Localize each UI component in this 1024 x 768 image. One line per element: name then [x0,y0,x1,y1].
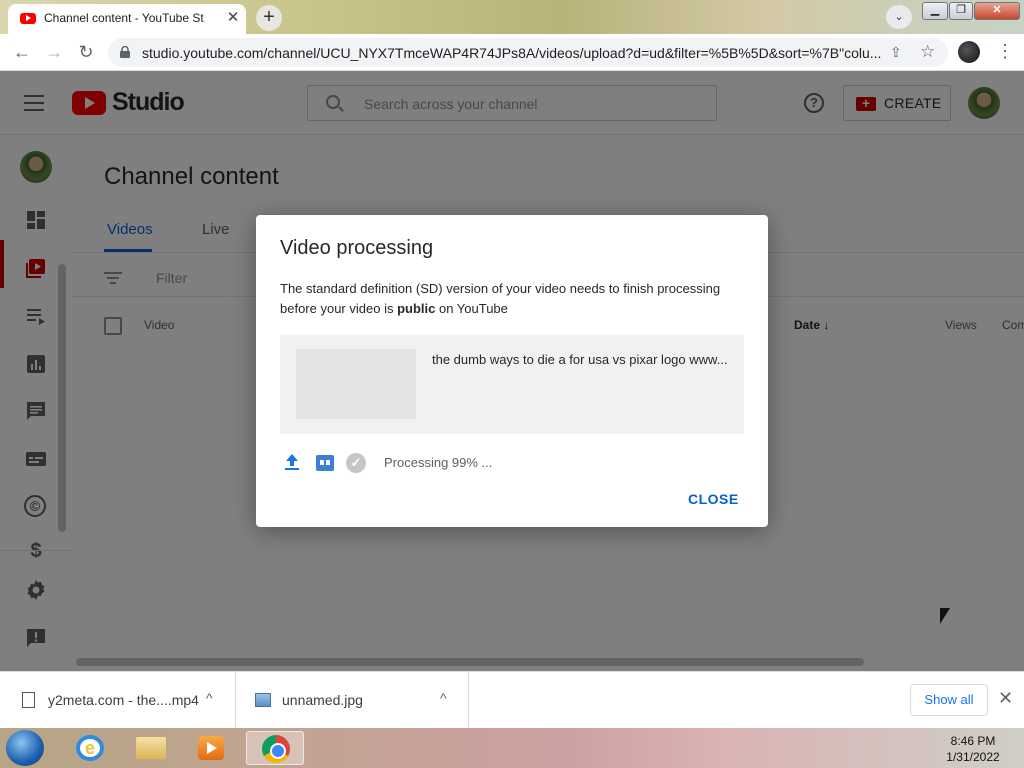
clock-time: 8:46 PM [950,734,996,748]
browser-toolbar: ← → ↻ studio.youtube.com/channel/UCU_NYX… [0,34,1024,71]
forward-arrow-icon[interactable]: → [42,42,66,64]
close-button[interactable]: CLOSE [688,491,739,507]
processing-status: Processing 99% ... [384,455,493,470]
image-file-icon [255,693,271,707]
download-filename: y2meta.com - the....mp4 [48,692,199,708]
checks-complete-icon: ✓ [346,453,366,473]
chevron-up-icon[interactable]: ^ [206,690,213,706]
browser-tab-bar: Channel content - YouTube Studio ✕ + ⌄ ▁… [0,0,1024,34]
browser-menu-icon[interactable]: ⋮ [996,40,1014,64]
taskbar-explorer[interactable] [126,731,174,765]
taskbar-media-player[interactable] [186,731,234,765]
tab-title: Channel content - YouTube Studio [44,11,204,25]
minimize-button[interactable]: ▁ [922,2,948,20]
mouse-cursor-icon [940,608,950,624]
upload-icon [285,454,299,470]
share-icon[interactable]: ⇪ [890,44,902,61]
sd-processing-icon [316,455,334,471]
internet-explorer-icon: e [76,735,104,761]
windows-taskbar: e 8:46 PM 1/31/2022 [0,728,1024,768]
video-thumbnail [296,349,416,419]
taskbar-internet-explorer[interactable]: e [66,731,114,765]
system-clock[interactable]: 8:46 PM 1/31/2022 [930,733,1016,765]
window-close-button[interactable]: ✕ [974,2,1020,20]
video-title[interactable]: the dumb ways to die a for usa vs pixar … [432,352,732,367]
video-processing-dialog: Video processing The standard definition… [256,215,768,527]
start-button-icon[interactable] [6,730,44,766]
chrome-icon [262,735,290,763]
show-all-downloads-button[interactable]: Show all [910,684,988,716]
url-text[interactable]: studio.youtube.com/channel/UCU_NYX7TmceW… [142,45,882,61]
download-item[interactable]: unnamed.jpg ^ [237,672,469,729]
browser-tab[interactable]: Channel content - YouTube Studio ✕ [8,4,246,34]
lock-icon [120,46,130,58]
new-tab-button[interactable]: + [256,5,282,31]
reload-icon[interactable]: ↻ [74,42,98,64]
tab-close-icon[interactable]: ✕ [224,8,242,28]
taskbar-chrome[interactable] [246,731,304,765]
close-download-bar-icon[interactable]: ✕ [998,688,1013,709]
download-item[interactable]: y2meta.com - the....mp4 ^ [0,672,236,729]
clock-date: 1/31/2022 [946,750,1000,764]
video-card: the dumb ways to die a for usa vs pixar … [280,335,744,434]
address-bar[interactable]: studio.youtube.com/channel/UCU_NYX7TmceW… [108,38,948,67]
download-bar: y2meta.com - the....mp4 ^ unnamed.jpg ^ … [0,671,1024,729]
youtube-favicon-icon [20,13,36,24]
chevron-up-icon[interactable]: ^ [440,690,447,706]
message-part-2: on YouTube [435,301,508,316]
browser-profile-avatar[interactable] [958,41,980,63]
back-arrow-icon[interactable]: ← [10,42,34,64]
restore-button[interactable]: ❐ [949,2,973,20]
message-bold: public [397,301,436,316]
tab-search-chevron-icon[interactable]: ⌄ [886,5,912,29]
media-player-icon [198,736,224,760]
folder-icon [136,737,166,759]
download-filename: unnamed.jpg [282,692,363,708]
dialog-title: Video processing [280,237,434,259]
dialog-message: The standard definition (SD) version of … [280,279,744,319]
file-icon [22,692,35,708]
bookmark-star-icon[interactable]: ☆ [920,42,935,62]
